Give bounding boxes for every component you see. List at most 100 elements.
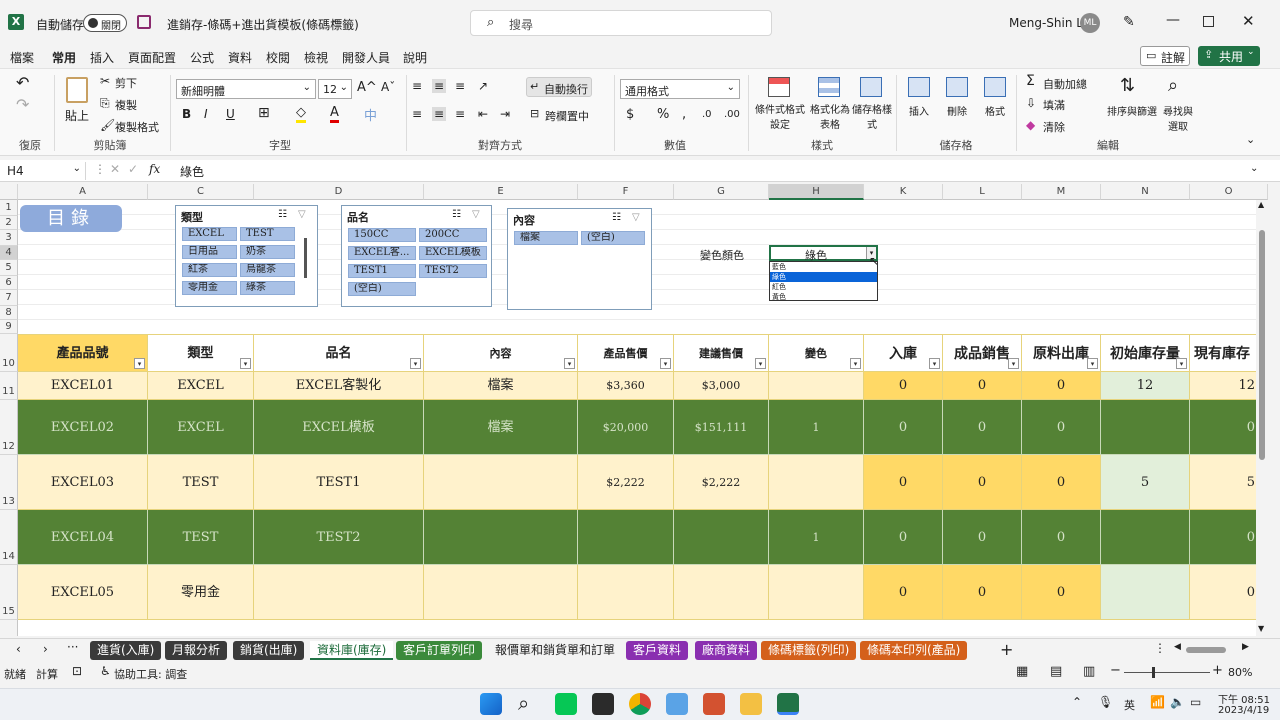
chevron-up-icon[interactable]: ⌃ (1072, 695, 1082, 709)
slicer-name-item[interactable]: 150CC (348, 228, 416, 242)
table-cell[interactable] (1101, 565, 1190, 620)
underline-icon[interactable]: U (226, 107, 235, 121)
filter-dropdown-icon[interactable]: ▾ (240, 358, 251, 369)
table-header-cell[interactable]: 內容 ▾ (424, 334, 578, 372)
column-header-G[interactable]: G (674, 184, 769, 200)
row-header-14[interactable]: 14 (0, 510, 18, 565)
cut-icon[interactable]: ✂ (100, 74, 110, 88)
table-cell[interactable]: 0 (943, 510, 1022, 565)
chevron-down-icon[interactable]: ⌄ (330, 14, 338, 25)
table-cell[interactable]: 5 (1101, 455, 1190, 510)
accessibility-status[interactable]: 協助工具: 調查 (114, 666, 187, 682)
color-dropdown-list[interactable]: 藍色 綠色 紅色 黃色 (769, 261, 878, 301)
orientation-icon[interactable]: ↗ (478, 79, 488, 93)
horizontal-scrollbar[interactable]: ◀ ▶ (1174, 642, 1254, 656)
font-size-select[interactable]: 12 ⌄ (318, 79, 352, 99)
filter-dropdown-icon[interactable]: ▾ (134, 358, 145, 369)
slicer-name-item[interactable]: EXCEL模板 (419, 246, 487, 260)
slicer-type-item[interactable]: TEST (240, 227, 295, 241)
menu-insert[interactable]: 插入 (90, 49, 114, 66)
sheet-tab[interactable]: 銷貨(出庫) (233, 641, 305, 660)
page-break-view-icon[interactable]: ▥ (1083, 664, 1095, 679)
notepad-icon[interactable] (666, 693, 688, 715)
add-sheet-icon[interactable]: + (1000, 640, 1013, 659)
zoom-out-icon[interactable]: − (1110, 663, 1121, 678)
column-header-E[interactable]: E (424, 184, 578, 200)
merge-center-button[interactable]: ⊟ 跨欄置中 (528, 105, 606, 125)
table-cell[interactable]: 0 (943, 565, 1022, 620)
row-header-1[interactable]: 1 (0, 200, 18, 216)
format-as-table-button[interactable]: 格式化為表格 (808, 77, 852, 133)
vertical-scrollbar[interactable]: ▲ ▼ (1256, 200, 1268, 636)
autosum-icon[interactable]: Σ (1026, 73, 1035, 89)
indent-decrease-icon[interactable]: ⇤ (478, 107, 488, 121)
menu-help[interactable]: 說明 (403, 49, 427, 66)
redo-icon[interactable]: ↷ (16, 95, 29, 114)
color-picker-cell[interactable]: 綠色 ▾ (769, 245, 878, 262)
sheet-tab[interactable]: 進貨(入庫) (90, 641, 162, 660)
table-cell[interactable]: 0 (943, 455, 1022, 510)
phonetic-icon[interactable]: 中 (364, 105, 377, 124)
next-sheet-icon[interactable]: › (43, 642, 48, 656)
slicer-type-item[interactable]: 紅茶 (182, 263, 237, 277)
slicer-scrollbar[interactable] (304, 238, 307, 278)
row-header-16[interactable] (0, 620, 18, 636)
slicer-name-item[interactable]: TEST2 (419, 264, 487, 278)
filter-dropdown-icon[interactable]: ▾ (1176, 358, 1187, 369)
table-cell[interactable]: EXCEL03 (18, 455, 148, 510)
slicer-type-item[interactable]: 奶茶 (240, 245, 295, 259)
battery-icon[interactable]: ▭ (1190, 695, 1201, 709)
slicer-name[interactable]: 品名 ☷ ▽ 150CC 200CC EXCEL客... EXCEL模板 TES… (341, 205, 492, 307)
menu-data[interactable]: 資料 (228, 49, 252, 66)
table-cell[interactable]: $20,000 (578, 400, 674, 455)
format-painter-icon[interactable]: 🖌 (100, 118, 115, 132)
table-cell[interactable]: 0 (1022, 400, 1101, 455)
accessibility-icon[interactable]: ♿ (100, 664, 111, 678)
row-header-3[interactable]: 3 (0, 230, 18, 246)
column-header-A[interactable]: A (18, 184, 148, 200)
row-header-4[interactable]: 4 (0, 246, 18, 260)
table-cell[interactable]: 0 (864, 455, 943, 510)
column-header-O[interactable]: O (1190, 184, 1268, 200)
table-cell[interactable] (578, 565, 674, 620)
insert-cells-button[interactable]: 插入 (902, 77, 936, 133)
filter-dropdown-icon[interactable]: ▾ (1087, 358, 1098, 369)
filter-dropdown-icon[interactable]: ▾ (564, 358, 575, 369)
table-cell[interactable] (1101, 510, 1190, 565)
chrome-icon[interactable] (629, 693, 651, 715)
eraser-icon[interactable]: ◆ (1026, 118, 1035, 132)
table-header-cell[interactable]: 入庫 ▾ (864, 334, 943, 372)
paste-button[interactable]: 貼上 (62, 75, 92, 131)
align-center-icon[interactable]: ≡ (432, 107, 447, 121)
autosum-button[interactable]: 自動加總 (1043, 76, 1087, 92)
h-scroll-thumb[interactable] (1186, 647, 1226, 653)
clock-time[interactable]: 下午 08:51 (1218, 691, 1270, 706)
format-painter-button[interactable]: 複製格式 (115, 119, 159, 135)
row-header-7[interactable]: 7 (0, 290, 18, 306)
table-header-cell[interactable]: 初始庫存量 ▾ (1101, 334, 1190, 372)
autosave-toggle[interactable]: 關閉 (83, 14, 127, 32)
table-cell[interactable]: TEST1 (254, 455, 424, 510)
table-cell[interactable]: 零用金 (148, 565, 254, 620)
table-cell[interactable]: EXCEL02 (18, 400, 148, 455)
table-cell[interactable]: 檔案 (424, 400, 578, 455)
bold-icon[interactable]: B (182, 107, 191, 121)
filter-active-icon[interactable]: ▾ (755, 358, 766, 369)
color-option[interactable]: 紅色 (770, 282, 877, 292)
filter-dropdown-icon[interactable]: ▾ (850, 358, 861, 369)
zoom-slider-thumb[interactable] (1152, 667, 1155, 678)
prev-sheet-icon[interactable]: ‹ (16, 642, 21, 656)
color-option[interactable]: 藍色 (770, 262, 877, 272)
table-cell[interactable]: 1 (769, 510, 864, 565)
slicer-type-item[interactable]: 烏龍茶 (240, 263, 295, 277)
expand-formula-icon[interactable]: ⌄ (1250, 163, 1258, 174)
table-cell[interactable]: EXCEL01 (18, 372, 148, 400)
table-cell[interactable]: EXCEL (148, 372, 254, 400)
fill-icon[interactable]: ⇩ (1026, 96, 1036, 110)
formula-input[interactable]: 綠色 (180, 163, 204, 180)
copy-button[interactable]: 複製 (115, 97, 137, 113)
table-header-cell[interactable]: 產品品號 ▾ (18, 334, 148, 372)
table-header-cell[interactable]: 原料出庫 ▾ (1022, 334, 1101, 372)
macro-record-icon[interactable]: ⊡ (72, 664, 82, 678)
cut-button[interactable]: 剪下 (115, 75, 137, 91)
